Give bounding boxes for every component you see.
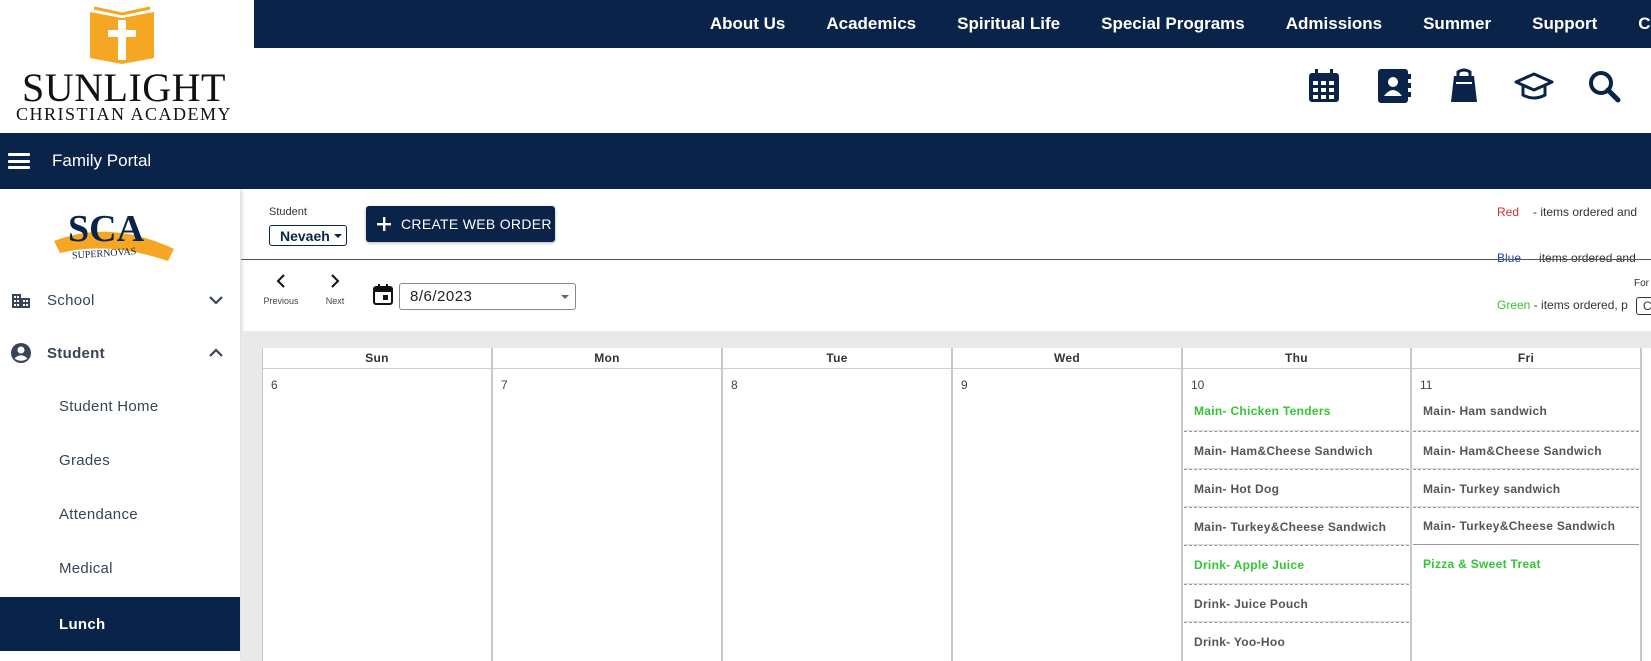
nav-support[interactable]: Support	[1532, 14, 1597, 34]
nav-contact[interactable]: Cont	[1638, 14, 1651, 34]
day-number: 10	[1191, 378, 1205, 392]
menu-item[interactable]: Drink- Apple Juice	[1184, 545, 1409, 583]
sidebar-item-student[interactable]: Student	[0, 328, 240, 378]
menu-item[interactable]: Main- Ham&Cheese Sandwich	[1413, 431, 1639, 469]
divider	[241, 259, 1651, 260]
legend-color-name: Green	[1497, 298, 1531, 312]
day-number: 11	[1420, 378, 1433, 392]
contacts-icon[interactable]	[1374, 66, 1414, 106]
legend-text: - items ordered and	[1533, 205, 1638, 219]
bag-icon[interactable]	[1444, 66, 1484, 106]
calendar-icon[interactable]	[1304, 66, 1344, 106]
for-select[interactable]: C	[1636, 297, 1651, 315]
day-number: 8	[731, 378, 738, 392]
sca-supernovas-logo: SCA SUPERNOVAS	[54, 208, 174, 262]
legend-text: items ordered and	[1539, 251, 1636, 265]
day-number: 9	[961, 378, 968, 392]
sidebar-item-label: Student	[47, 344, 105, 362]
for-label: For	[1634, 278, 1649, 289]
chevron-right-icon	[331, 274, 340, 288]
utility-icons	[1304, 66, 1651, 106]
menu-item[interactable]: Main- Turkey&Cheese Sandwich	[1413, 507, 1639, 545]
day-header: Fri	[1412, 348, 1640, 369]
day-header: Tue	[723, 348, 951, 369]
account-circle-icon	[9, 341, 33, 365]
day-column-wed: Wed 9	[952, 348, 1182, 661]
menu-item[interactable]: Main- Ham&Cheese Sandwich	[1184, 431, 1409, 469]
nav-about-us[interactable]: About Us	[710, 14, 786, 34]
day-header: Sun	[263, 348, 491, 369]
nav-admissions[interactable]: Admissions	[1286, 14, 1382, 34]
menu-item[interactable]: Main- Ham sandwich	[1413, 392, 1639, 430]
book-cross-icon	[90, 6, 154, 64]
student-select-value: Nevaeh	[280, 227, 330, 244]
logo-main-text: SUNLIGHT	[22, 65, 226, 110]
previous-button[interactable]: Previous	[261, 274, 301, 306]
graduation-cap-icon[interactable]	[1514, 66, 1554, 106]
legend-text: - items ordered, p	[1533, 298, 1628, 312]
day-number: 7	[501, 378, 508, 392]
legend-color-name: Blue	[1497, 251, 1522, 265]
previous-label: Previous	[263, 296, 299, 306]
day-header: Thu	[1183, 348, 1410, 369]
calendar-icon[interactable]	[372, 283, 394, 305]
menu-item[interactable]: Main- Hot Dog	[1184, 469, 1409, 507]
sidebar-item-attendance[interactable]: Attendance	[0, 489, 240, 539]
menu-item[interactable]: Main- Turkey sandwich	[1413, 469, 1639, 507]
day-column-sun: Sun 6	[262, 348, 492, 661]
menu-item[interactable]: Drink- Yoo-Hoo	[1184, 622, 1409, 660]
chevron-up-icon	[209, 348, 223, 357]
day-column-sat	[1641, 348, 1651, 661]
day-header: Mon	[493, 348, 721, 369]
sidebar-item-label: School	[47, 291, 95, 309]
day-column-mon: Mon 7	[492, 348, 722, 661]
nav-spiritual-life[interactable]: Spiritual Life	[957, 14, 1060, 34]
chevron-left-icon	[276, 274, 285, 288]
site-logo[interactable]: SUNLIGHT CHRISTIAN ACADEMY	[0, 0, 254, 133]
legend-green: Green - items ordered, p	[1497, 298, 1628, 312]
next-label: Next	[325, 296, 345, 306]
portal-bar: Family Portal	[0, 133, 1651, 189]
chevron-down-icon	[209, 296, 223, 305]
caret-down-icon	[561, 295, 569, 299]
legend-color-name: Red	[1497, 205, 1520, 219]
day-number: 6	[271, 378, 278, 392]
day-column-thu: Thu 10 Main- Chicken Tenders Main- Ham&C…	[1182, 348, 1411, 661]
nav-summer[interactable]: Summer	[1423, 14, 1491, 34]
sidebar-item-grades[interactable]: Grades	[0, 435, 240, 485]
sidebar-item-medical[interactable]: Medical	[0, 543, 240, 593]
menu-item[interactable]: Main- Turkey&Cheese Sandwich	[1184, 507, 1409, 545]
student-select[interactable]: Nevaeh	[269, 225, 347, 246]
menu-item[interactable]: Main- Chicken Tenders	[1184, 392, 1409, 430]
menu-item[interactable]: Pizza & Sweet Treat	[1413, 545, 1639, 583]
sidebar-item-student-home[interactable]: Student Home	[0, 381, 240, 431]
logo-sub-text: CHRISTIAN ACADEMY	[15, 104, 232, 124]
next-button[interactable]: Next	[315, 274, 355, 306]
svg-text:SCA: SCA	[68, 208, 145, 250]
date-picker-input[interactable]: 8/6/2023	[399, 283, 576, 310]
menu-item[interactable]: Drink- Juice Pouch	[1184, 584, 1409, 622]
search-icon[interactable]	[1584, 66, 1624, 106]
sidebar: SCA SUPERNOVAS School Student Student Ho…	[0, 189, 240, 661]
day-column-tue: Tue 8	[722, 348, 952, 661]
nav-academics[interactable]: Academics	[826, 14, 916, 34]
plus-icon	[377, 217, 391, 231]
create-web-order-button[interactable]: CREATE WEB ORDER	[366, 206, 555, 242]
menu-icon[interactable]	[8, 153, 30, 169]
portal-title: Family Portal	[52, 151, 152, 170]
top-navigation: About Us Academics Spiritual Life Specia…	[254, 0, 1651, 48]
date-value: 8/6/2023	[410, 288, 473, 305]
legend-blue: Blue items ordered and	[1497, 251, 1636, 265]
day-header: Wed	[953, 348, 1181, 369]
student-label: Student	[269, 206, 307, 218]
sidebar-item-lunch[interactable]: Lunch	[0, 597, 240, 651]
legend-red: Red - items ordered and	[1497, 205, 1637, 219]
sidebar-item-school[interactable]: School	[0, 275, 240, 325]
day-column-fri: Fri 11 Main- Ham sandwich Main- Ham&Chee…	[1411, 348, 1641, 661]
caret-down-icon	[334, 234, 342, 238]
nav-special-programs[interactable]: Special Programs	[1101, 14, 1245, 34]
create-web-order-label: CREATE WEB ORDER	[401, 216, 552, 232]
building-icon	[9, 288, 33, 312]
